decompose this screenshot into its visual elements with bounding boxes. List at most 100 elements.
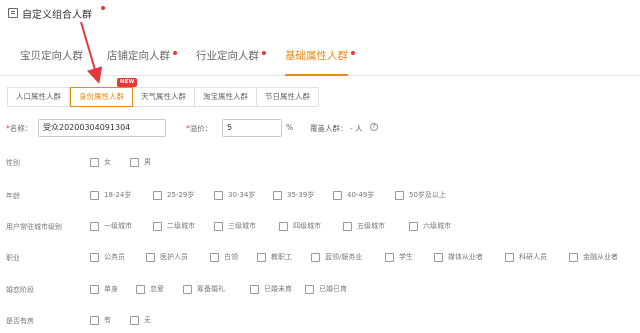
option-city[interactable]: 一级城市 <box>90 221 132 231</box>
checkbox[interactable] <box>569 252 578 262</box>
percent-sign: % <box>286 123 294 132</box>
checkbox[interactable] <box>210 252 219 262</box>
checkbox[interactable] <box>385 252 394 262</box>
premium-label: *溢价： <box>186 124 213 133</box>
name-label: *名称： <box>6 124 33 133</box>
checkbox[interactable] <box>90 221 99 231</box>
subtab-weather[interactable]: 天气属性人群 <box>133 88 195 106</box>
checkbox[interactable] <box>311 252 320 262</box>
option-housing-no[interactable]: 无 <box>130 315 151 325</box>
attr-label: 年龄 <box>6 192 20 200</box>
subtab-label: 身份属性人群 <box>79 92 124 101</box>
attr-label: 是否有房 <box>6 317 34 325</box>
option-marital[interactable]: 已婚已育 <box>305 284 347 294</box>
form-row: *名称： 受众20200304091304 *溢价： 5 % 覆盖人群： - 人… <box>0 118 640 138</box>
sub-tabs: 人口属性人群 身份属性人群 NEW 天气属性人群 淘宝属性人群 节日属性人群 <box>7 78 319 107</box>
attr-row-gender: 性别 女 男 <box>0 157 640 171</box>
attr-row-city-level: 用户常驻城市级别 一级城市 二级城市 三级城市 四级城市 五级城市 六级城市 <box>0 221 640 235</box>
option-age[interactable]: 40-49岁 <box>333 190 374 200</box>
page-title: 自定义组合人群 <box>22 9 92 21</box>
tab-basic-attributes[interactable]: 基础属性人群 <box>285 48 355 76</box>
tab-notification-dot <box>173 51 177 55</box>
checkbox[interactable] <box>395 190 404 200</box>
subtab-holiday[interactable]: 节日属性人群 <box>257 88 318 106</box>
checkbox[interactable] <box>90 315 99 325</box>
option-occupation[interactable]: 金融从业者 <box>569 252 618 262</box>
checkbox[interactable] <box>90 284 99 294</box>
checkbox[interactable] <box>90 157 99 167</box>
checkbox[interactable] <box>183 284 192 294</box>
option-occupation[interactable]: 公务员 <box>90 252 125 262</box>
option-age[interactable]: 30-34岁 <box>214 190 255 200</box>
option-female[interactable]: 女 <box>90 157 111 167</box>
attr-label: 性别 <box>6 159 20 167</box>
attr-label: 婚恋阶段 <box>6 286 34 294</box>
tab-item-targeting[interactable]: 宝贝定向人群 <box>20 48 83 76</box>
checkbox[interactable] <box>434 252 443 262</box>
option-housing-yes[interactable]: 有 <box>90 315 111 325</box>
checkbox[interactable] <box>409 221 418 231</box>
option-occupation[interactable]: 学生 <box>385 252 413 262</box>
document-icon <box>8 8 18 18</box>
option-city[interactable]: 二级城市 <box>153 221 195 231</box>
subtab-taobao[interactable]: 淘宝属性人群 <box>195 88 257 106</box>
option-occupation[interactable]: 白领 <box>210 252 238 262</box>
subtab-label: 天气属性人群 <box>141 92 186 101</box>
checkbox[interactable] <box>153 221 162 231</box>
tab-industry-targeting[interactable]: 行业定向人群 <box>196 48 266 76</box>
tab-label: 宝贝定向人群 <box>20 50 83 62</box>
subtab-identity[interactable]: 身份属性人群 NEW <box>70 78 138 107</box>
checkbox[interactable] <box>214 190 223 200</box>
checkbox[interactable] <box>153 190 162 200</box>
option-city[interactable]: 四级城市 <box>279 221 321 231</box>
option-age[interactable]: 50岁及以上 <box>395 190 446 200</box>
help-circle-icon[interactable]: ? <box>370 123 378 131</box>
subtab-label: 节日属性人群 <box>265 92 310 101</box>
checkbox[interactable] <box>214 221 223 231</box>
option-age[interactable]: 25-29岁 <box>153 190 194 200</box>
checkbox[interactable] <box>343 221 352 231</box>
checkbox[interactable] <box>136 284 145 294</box>
checkbox[interactable] <box>505 252 514 262</box>
coverage-label: 覆盖人群： <box>310 124 348 133</box>
option-marital[interactable]: 单身 <box>90 284 118 294</box>
option-occupation[interactable]: 蓝领/服务业 <box>311 252 362 262</box>
checkbox[interactable] <box>90 252 99 262</box>
attr-row-housing: 是否有房 有 无 <box>0 315 640 329</box>
page-header: 自定义组合人群 <box>0 0 640 26</box>
option-age[interactable]: 18-24岁 <box>90 190 131 200</box>
option-occupation[interactable]: 科研人员 <box>505 252 547 262</box>
coverage-value: - 人 <box>350 124 363 133</box>
subtab-demographic[interactable]: 人口属性人群 <box>8 88 70 106</box>
checkbox[interactable] <box>130 315 139 325</box>
attr-label: 用户常驻城市级别 <box>6 223 62 231</box>
option-age[interactable]: 35-39岁 <box>273 190 314 200</box>
option-city[interactable]: 五级城市 <box>343 221 385 231</box>
tab-label: 基础属性人群 <box>285 50 348 62</box>
option-occupation[interactable]: 媒体从业者 <box>434 252 483 262</box>
option-city[interactable]: 六级城市 <box>409 221 451 231</box>
option-marital[interactable]: 筹备婚礼 <box>183 284 225 294</box>
attr-row-occupation: 职业 公务员 医护人员 白领 教职工 蓝领/服务业 学生 媒体从业者 科研人员 … <box>0 252 640 266</box>
tab-store-targeting[interactable]: 店铺定向人群 <box>107 48 177 76</box>
checkbox[interactable] <box>279 221 288 231</box>
checkbox[interactable] <box>305 284 314 294</box>
checkbox[interactable] <box>90 190 99 200</box>
checkbox[interactable] <box>146 252 155 262</box>
main-tabs: 宝贝定向人群 店铺定向人群 行业定向人群 基础属性人群 <box>0 40 640 76</box>
option-marital[interactable]: 恋爱 <box>136 284 164 294</box>
checkbox[interactable] <box>130 157 139 167</box>
option-occupation[interactable]: 医护人员 <box>146 252 188 262</box>
name-input[interactable]: 受众20200304091304 <box>38 119 166 137</box>
option-occupation[interactable]: 教职工 <box>257 252 292 262</box>
tab-notification-dot <box>351 51 355 55</box>
checkbox[interactable] <box>273 190 282 200</box>
checkbox[interactable] <box>333 190 342 200</box>
checkbox[interactable] <box>257 252 266 262</box>
option-city[interactable]: 三级城市 <box>214 221 256 231</box>
attr-row-marital: 婚恋阶段 单身 恋爱 筹备婚礼 已婚未育 已婚已育 <box>0 284 640 298</box>
premium-input[interactable]: 5 <box>222 119 282 137</box>
checkbox[interactable] <box>250 284 259 294</box>
option-male[interactable]: 男 <box>130 157 151 167</box>
option-marital[interactable]: 已婚未育 <box>250 284 292 294</box>
